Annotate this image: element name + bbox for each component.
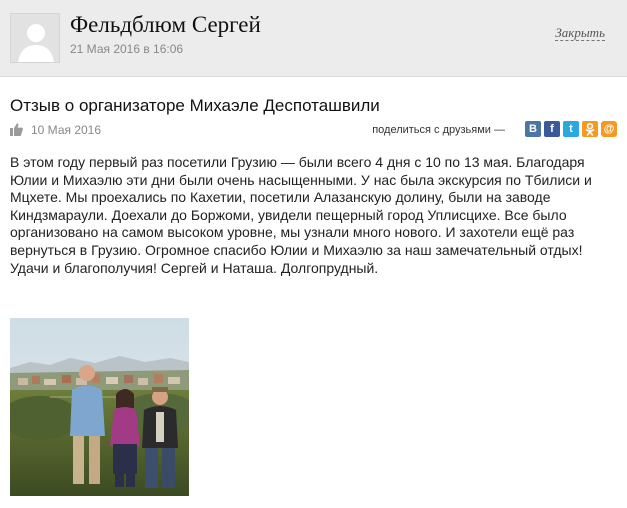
review-date: 10 Мая 2016 [31, 123, 102, 137]
review-text: В этом году первый раз посетили Грузию —… [10, 154, 592, 276]
vkontakte-icon[interactable]: B [525, 121, 541, 137]
review-photo[interactable] [10, 318, 189, 496]
close-button[interactable]: Закрыть [555, 26, 605, 41]
review-title: Отзыв о организаторе Михаэле Деспоташвил… [10, 96, 380, 115]
review-header: Фельдблюм Сергей 21 Мая 2016 в 16:06 Зак… [0, 0, 627, 77]
thumbs-up-icon[interactable] [10, 123, 23, 136]
share-icons: B f t @ [525, 121, 617, 137]
share-label: поделиться с друзьями — [372, 124, 505, 136]
mail-icon[interactable]: @ [601, 121, 617, 137]
twitter-icon[interactable]: t [563, 121, 579, 137]
group-photo-image [10, 318, 189, 496]
odnoklassniki-icon[interactable] [582, 121, 598, 137]
author-name[interactable]: Фельдблюм Сергей [70, 12, 261, 38]
user-silhouette-icon [11, 14, 59, 62]
avatar [10, 13, 60, 63]
facebook-icon[interactable]: f [544, 121, 560, 137]
post-date: 21 Мая 2016 в 16:06 [70, 42, 184, 56]
review-meta: 10 Мая 2016 поделиться с друзьями — B f … [10, 121, 617, 141]
